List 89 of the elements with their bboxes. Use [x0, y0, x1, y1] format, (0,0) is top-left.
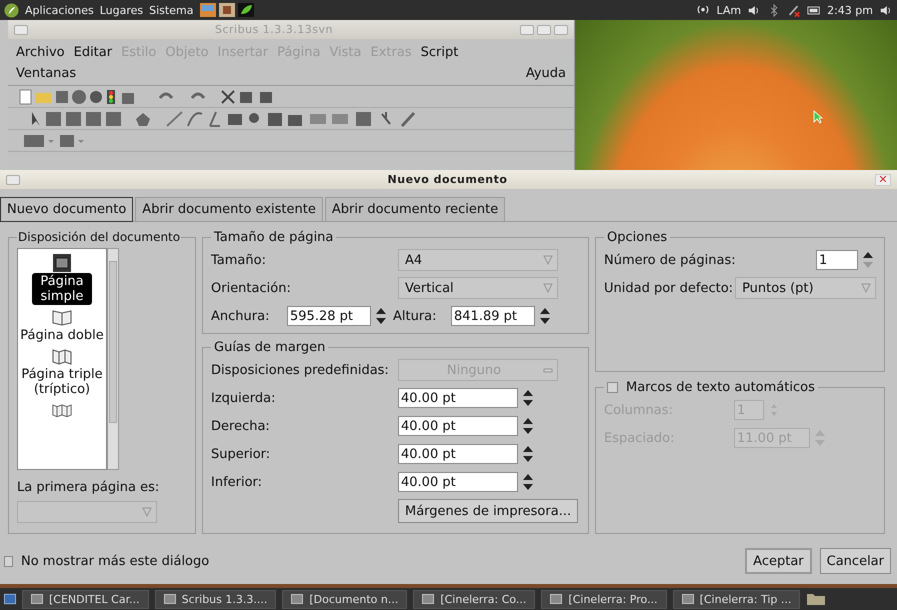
margin-field[interactable]: 40.00 pt	[398, 416, 518, 436]
spin-arrows-icon[interactable]	[520, 444, 536, 464]
menu-item[interactable]: Ventanas	[16, 66, 76, 81]
checkbox[interactable]	[4, 556, 13, 566]
field-label: Orientación:	[211, 280, 292, 296]
checkbox-label[interactable]: No mostrar más este diálogo	[21, 554, 210, 568]
taskbar-item-label: Scribus 1.3.3....	[182, 592, 268, 606]
taskbar-item[interactable]: [Cinelerra: Pro...	[541, 590, 667, 608]
keyboard-layout-label[interactable]: LAm	[716, 4, 742, 16]
group-title: Opciones	[606, 230, 668, 245]
window-icon	[682, 593, 694, 605]
window-icon	[550, 593, 562, 605]
panel-menu[interactable]: Sistema	[149, 4, 194, 16]
spin-arrows-icon[interactable]	[520, 472, 536, 492]
group-title: Guías de margen	[213, 340, 326, 355]
field-label: Izquierda:	[211, 390, 276, 406]
field-label: Disposiciones predefinidas:	[211, 362, 390, 378]
panel-menu[interactable]: Lugares	[100, 4, 144, 16]
dropdown-arrow-icon	[543, 254, 553, 266]
field-label: Número de páginas:	[604, 252, 736, 268]
spin-arrows-icon[interactable]	[537, 306, 553, 326]
tab[interactable]: Abrir documento reciente	[324, 197, 506, 221]
page-count-field[interactable]: 1	[816, 250, 858, 270]
window-title: Scribus 1.3.3.13svn	[215, 23, 333, 36]
folder-icon[interactable]	[806, 592, 826, 606]
margin-field[interactable]: 40.00 pt	[398, 472, 518, 492]
scrollbar[interactable]	[107, 248, 119, 470]
checkbox[interactable]	[607, 382, 618, 393]
taskbar-item-label: [Documento n...	[309, 592, 398, 606]
spin-arrows-icon[interactable]	[520, 416, 536, 436]
window-icon	[31, 593, 43, 605]
network-disconnected-icon[interactable]	[787, 4, 802, 16]
field-label: Superior:	[211, 446, 272, 462]
checkbox-label[interactable]: Marcos de texto automáticos	[626, 380, 815, 395]
menu-item[interactable]: Editar	[74, 45, 112, 60]
group-title: Disposición del documento	[17, 230, 182, 244]
wireless-icon[interactable]	[696, 4, 710, 16]
battery-icon[interactable]	[807, 4, 822, 16]
volume-icon[interactable]	[879, 4, 893, 16]
field-label: Altura:	[392, 308, 438, 324]
window-icon	[422, 593, 434, 605]
taskbar-item[interactable]: [Cinelerra: Co...	[413, 590, 536, 608]
menu-item[interactable]: Archivo	[16, 45, 65, 60]
dialog-button[interactable]: Aceptar	[745, 548, 812, 574]
help-menu[interactable]: Ayuda	[526, 66, 566, 81]
taskbar-item-label: [Cinelerra: Pro...	[568, 592, 658, 606]
taskbar-item[interactable]: Scribus 1.3.3....	[154, 590, 276, 608]
taskbar-item-label: [CENDITEL Car...	[49, 592, 140, 606]
field-label: Tamaño:	[211, 252, 267, 268]
field-label: Anchura:	[211, 308, 270, 324]
field-label: Derecha:	[211, 418, 271, 434]
margin-field[interactable]: 40.00 pt	[398, 388, 518, 408]
dialog-title: Nuevo documento	[388, 173, 508, 186]
panel-menu[interactable]: Aplicaciones	[25, 4, 94, 16]
distro-logo-icon[interactable]	[4, 2, 19, 18]
spin-arrows-icon[interactable]	[520, 388, 536, 408]
field-label: La primera página es:	[17, 480, 160, 495]
dropdown-arrow-icon	[543, 282, 553, 294]
taskbar-item-label: [Cinelerra: Tip ...	[700, 592, 792, 606]
layout-option[interactable]: Página simple	[32, 273, 92, 305]
printer-margins-button[interactable]: Márgenes de impresora...	[398, 499, 578, 523]
taskbar-item[interactable]: [Cinelerra: Tip ...	[672, 590, 800, 608]
width-field[interactable]: 595.28 pt	[287, 306, 371, 326]
dialog-button[interactable]: Cancelar	[820, 548, 891, 574]
field-label: Inferior:	[211, 474, 264, 490]
spin-arrows-icon[interactable]	[373, 306, 389, 326]
clock-label[interactable]: 2:43 pm	[827, 4, 873, 16]
window-icon	[291, 593, 304, 605]
launcher-icons-drawing[interactable]	[199, 2, 256, 18]
single-page-icon	[52, 253, 72, 273]
spin-arrows-icon[interactable]	[860, 250, 876, 270]
size-dropdown[interactable]: A4	[398, 249, 558, 271]
mouse-pointer-icon	[813, 110, 823, 124]
dropdown-arrow-icon	[142, 506, 152, 518]
tab[interactable]: Nuevo documento	[0, 197, 134, 222]
dropdown-arrow-icon	[861, 282, 871, 294]
tab[interactable]: Abrir documento existente	[135, 197, 323, 221]
height-field[interactable]: 841.89 pt	[451, 306, 535, 326]
unit-dropdown[interactable]: Puntos (pt)	[735, 277, 876, 299]
menu-item[interactable]: Script	[420, 45, 458, 60]
window-icon	[164, 593, 176, 605]
taskbar-item[interactable]: [CENDITEL Car...	[22, 590, 149, 608]
show-desktop-icon[interactable]	[4, 593, 16, 605]
margin-field[interactable]: 40.00 pt	[398, 444, 518, 464]
field-label: Unidad por defecto:	[604, 280, 734, 296]
taskbar-item[interactable]: [Documento n...	[282, 590, 408, 608]
orientation-dropdown[interactable]: Vertical	[398, 277, 558, 299]
taskbar-item-label: [Cinelerra: Co...	[440, 592, 526, 606]
group-title: Tamaño de página	[213, 230, 334, 245]
